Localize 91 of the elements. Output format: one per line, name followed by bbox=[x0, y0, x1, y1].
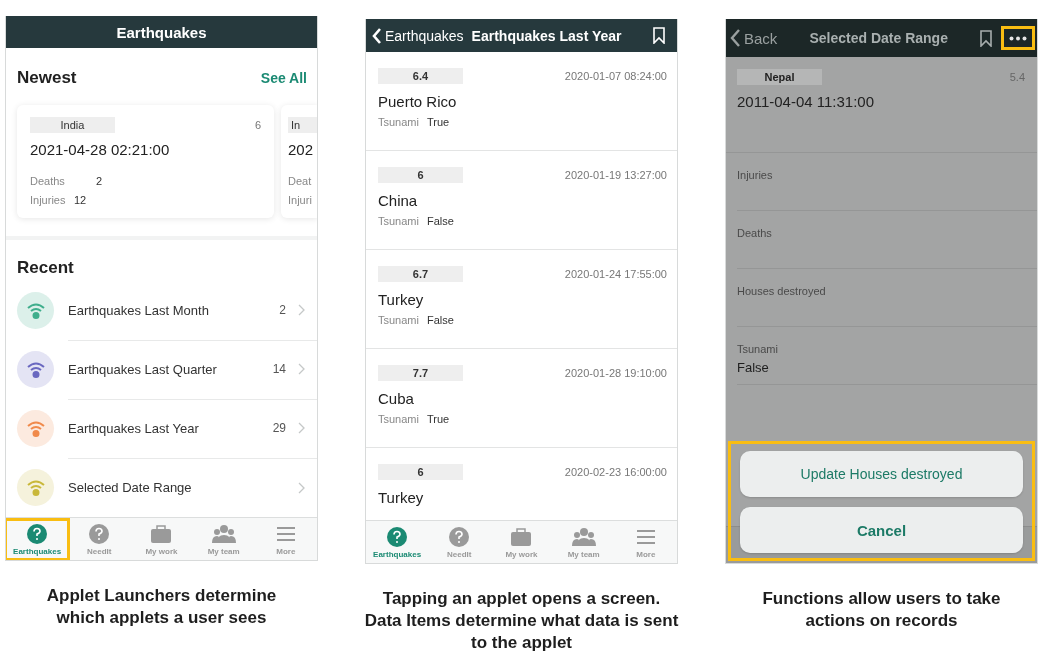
field-value: 2 bbox=[96, 175, 103, 187]
applet-name: Earthquakes Last Year bbox=[68, 420, 200, 436]
back-button[interactable]: Back bbox=[730, 29, 778, 47]
record-card[interactable]: In 202 Deat Injuri bbox=[281, 105, 317, 218]
record-list-item[interactable]: 6 2020-01-19 13:27:00 China Tsunami False bbox=[366, 151, 677, 250]
section-title: Newest bbox=[17, 68, 77, 88]
datetime-text: 2011-04-04 11:31:00 bbox=[737, 93, 876, 110]
chevron-left-icon bbox=[372, 27, 382, 44]
screen-title: Earthquakes bbox=[116, 23, 207, 41]
tab[interactable]: Earthquakes bbox=[6, 519, 69, 559]
country-label: India bbox=[30, 117, 115, 133]
field-label: Tsunami bbox=[378, 314, 419, 326]
field-value: False bbox=[737, 360, 770, 375]
field-label: Injuries bbox=[30, 194, 66, 206]
field-label: Tsunami bbox=[378, 413, 419, 425]
magnitude-label: 6 bbox=[378, 167, 463, 183]
field-value: True bbox=[426, 413, 450, 425]
action-button[interactable]: Cancel bbox=[740, 507, 1023, 553]
field-label: Tsunami bbox=[378, 116, 419, 128]
field-label: Houses destroyed bbox=[737, 285, 827, 297]
applet-name: Earthquakes Last Quarter bbox=[68, 361, 218, 377]
applet-name: Earthquakes Last Month bbox=[68, 302, 210, 318]
help-icon bbox=[386, 525, 409, 548]
record-list-item[interactable]: 6.4 2020-01-07 08:24:00 Puerto Rico Tsunami True bbox=[366, 52, 677, 151]
place-name: China bbox=[378, 192, 419, 209]
chevron-left-icon bbox=[730, 29, 741, 47]
applet-list-item[interactable]: Earthquakes Last Month 2 bbox=[6, 281, 317, 340]
field-label: Tsunami bbox=[737, 343, 779, 355]
screen-title: Earthquakes Last Year bbox=[471, 27, 623, 44]
datetime-text: 2021-04-28 02:21:00 bbox=[30, 141, 171, 158]
field-label: Injuri bbox=[288, 194, 312, 206]
magnitude-text: 6 bbox=[254, 119, 261, 131]
more-icon bbox=[1009, 35, 1027, 41]
briefcase-icon bbox=[150, 522, 173, 545]
field-label: Deaths bbox=[30, 175, 66, 187]
datetime-text: 2020-01-28 19:10:00 bbox=[564, 367, 667, 379]
see-all-link[interactable]: See All bbox=[260, 70, 307, 86]
field-label: Deaths bbox=[737, 227, 773, 239]
back-button[interactable]: Earthquakes bbox=[372, 27, 464, 44]
chevron-icon bbox=[298, 481, 305, 494]
magnitude-label: 7.7 bbox=[378, 365, 463, 381]
screen-title: Selected Date Range bbox=[808, 30, 949, 46]
place-name: Turkey bbox=[378, 291, 425, 308]
applet-list-item[interactable]: Earthquakes Last Year 29 bbox=[6, 399, 317, 458]
datetime-text: 2020-01-19 13:27:00 bbox=[564, 169, 667, 181]
magnitude-text: 5.4 bbox=[1009, 71, 1025, 83]
field-label: Deat bbox=[288, 175, 312, 187]
briefcase-icon bbox=[510, 525, 533, 548]
record-count: 14 bbox=[272, 362, 286, 376]
applet-list-item[interactable]: Earthquakes Last Quarter 14 bbox=[6, 340, 317, 399]
country-label: Nepal bbox=[737, 69, 822, 85]
help-icon bbox=[448, 525, 471, 548]
help-icon bbox=[88, 522, 111, 545]
field-value: False bbox=[426, 215, 454, 227]
action-button[interactable]: Update Houses destroyed bbox=[740, 451, 1023, 497]
place-name: Turkey bbox=[378, 489, 425, 506]
record-count: 29 bbox=[272, 421, 286, 435]
magnitude-label: 6.4 bbox=[378, 68, 463, 84]
people-icon bbox=[211, 522, 236, 545]
applet-list-item[interactable]: Selected Date Range bbox=[6, 458, 317, 517]
field-value: False bbox=[426, 314, 454, 326]
field-label: Tsunami bbox=[378, 215, 419, 227]
help-icon bbox=[26, 522, 49, 545]
caption-text: Tapping an applet opens a screen. Data Items determine what data is sent to the applet bbox=[364, 588, 679, 654]
datetime-text: 2020-01-24 17:55:00 bbox=[564, 268, 667, 280]
chevron-icon bbox=[298, 304, 305, 316]
field-label: Injuries bbox=[737, 169, 774, 181]
caption-text: Applet Launchers determine which applets a user sees bbox=[45, 585, 278, 629]
more-button[interactable] bbox=[1001, 26, 1035, 50]
magnitude-label: 6 bbox=[378, 464, 463, 480]
datetime-text: 2020-02-23 16:00:00 bbox=[564, 466, 667, 478]
country-label: In bbox=[288, 117, 317, 133]
datetime-text: 202 bbox=[288, 141, 315, 158]
magnitude-label: 6.7 bbox=[378, 266, 463, 282]
field-value: 12 bbox=[74, 194, 87, 206]
section-title: Recent bbox=[16, 257, 75, 279]
datetime-text: 2020-01-07 08:24:00 bbox=[564, 70, 667, 82]
record-list-item[interactable]: 7.7 2020-01-28 19:10:00 Cuba Tsunami True bbox=[366, 349, 677, 448]
record-card[interactable]: India 6 2021-04-28 02:21:00 Deaths 2 Injuries 12 bbox=[17, 105, 274, 218]
field-value: True bbox=[426, 116, 450, 128]
chevron-icon bbox=[298, 422, 305, 434]
bookmark-icon[interactable] bbox=[980, 29, 992, 47]
place-name: Cuba bbox=[378, 390, 415, 407]
place-name: Puerto Rico bbox=[378, 93, 458, 110]
record-list-item[interactable]: 6.7 2020-01-24 17:55:00 Turkey Tsunami False bbox=[366, 250, 677, 349]
people-icon bbox=[571, 525, 596, 548]
chevron-icon bbox=[298, 363, 305, 375]
applet-name: Selected Date Range bbox=[68, 480, 193, 495]
caption-text: Functions allow users to take actions on records bbox=[761, 588, 1002, 632]
record-count: 2 bbox=[279, 303, 286, 317]
tab[interactable]: Earthquakes bbox=[366, 522, 429, 562]
